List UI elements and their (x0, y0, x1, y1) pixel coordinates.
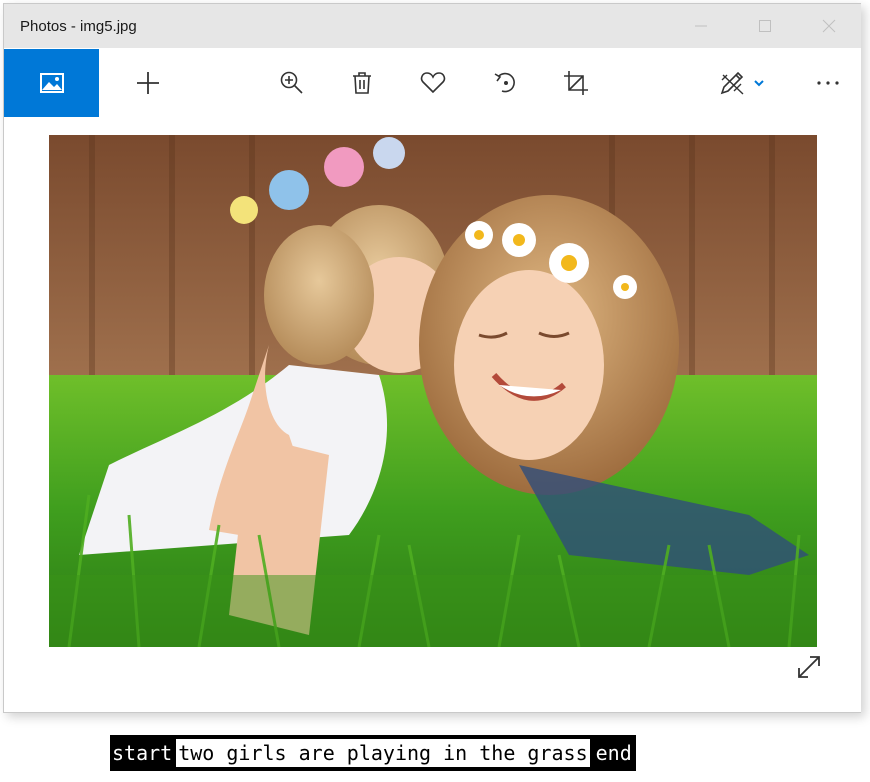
rotate-icon (494, 72, 515, 93)
zoom-button[interactable] (268, 49, 316, 117)
rotate-button[interactable] (482, 49, 530, 117)
image-icon (39, 73, 64, 93)
chevron-down-icon (754, 80, 764, 87)
photo-view[interactable] (49, 135, 817, 647)
toolbar (4, 49, 861, 117)
photo-image (49, 135, 817, 647)
more-button[interactable] (804, 49, 852, 117)
minimize-icon (695, 25, 707, 27)
pen-draw-icon (720, 71, 744, 95)
caption-end: end (595, 741, 632, 765)
title-bar[interactable]: Photos - img5.jpg (4, 4, 861, 48)
view-photo-button[interactable] (4, 49, 99, 117)
crop-icon (564, 71, 588, 95)
maximize-icon (759, 20, 771, 32)
photos-window: Photos - img5.jpg (3, 3, 861, 713)
add-button[interactable] (124, 49, 172, 117)
edit-create-button[interactable] (710, 49, 774, 117)
window-title: Photos - img5.jpg (20, 18, 137, 35)
crop-button[interactable] (552, 49, 600, 117)
fullscreen-button[interactable] (794, 652, 824, 682)
expand-icon (798, 656, 820, 678)
trash-icon (353, 72, 371, 94)
maximize-button[interactable] (750, 12, 780, 40)
more-icon (817, 81, 839, 85)
caption-start: start (112, 741, 173, 765)
caption-text: two girls are playing in the grass (176, 739, 590, 767)
delete-button[interactable] (338, 49, 386, 117)
plus-icon (137, 72, 159, 94)
close-button[interactable] (814, 12, 844, 40)
close-icon (822, 19, 836, 33)
favorite-button[interactable] (409, 49, 457, 117)
minimize-button[interactable] (686, 12, 716, 40)
zoom-in-icon (280, 71, 303, 94)
heart-icon (420, 72, 446, 94)
caption-bar: start two girls are playing in the grass… (110, 735, 636, 771)
